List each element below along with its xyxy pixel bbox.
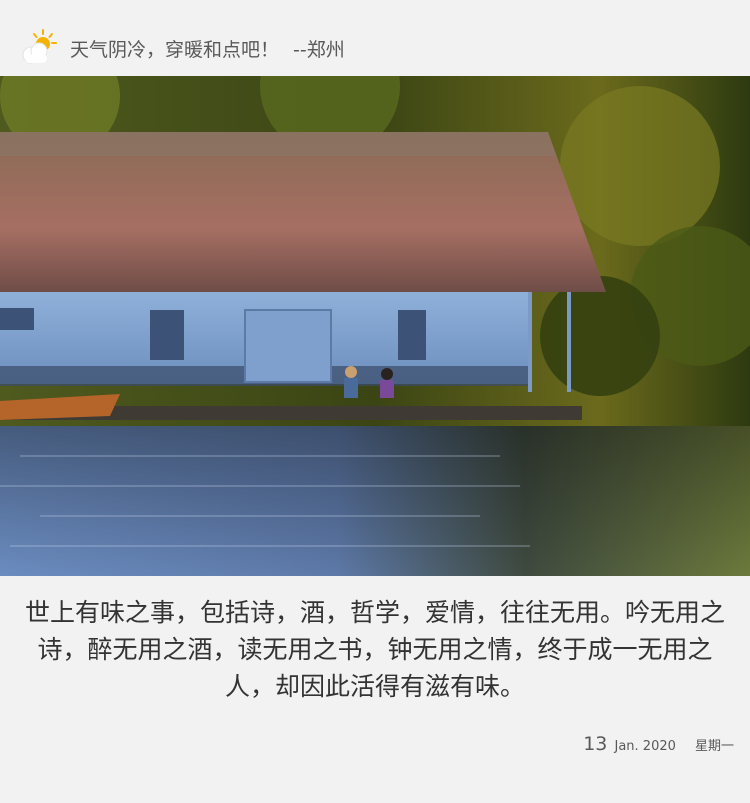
date-line: 13 Jan. 2020 星期一: [583, 733, 734, 755]
date-month-year: Jan. 2020: [614, 739, 676, 754]
cover-photo: [0, 76, 750, 576]
weather-message: 天气阴冷，穿暖和点吧！ --郑州: [70, 36, 345, 64]
partly-cloudy-icon: [18, 28, 60, 66]
date-day: 13: [583, 733, 608, 755]
date-weekday: 星期一: [694, 739, 734, 754]
weather-header: 天气阴冷，穿暖和点吧！ --郑州: [0, 0, 750, 76]
quote-text: 世上有味之事，包括诗，酒，哲学，爱情，往往无用。吟无用之诗，醉无用之酒，读无用之…: [24, 598, 725, 701]
city-name: --郑州: [293, 39, 345, 61]
weather-tip: 天气阴冷，穿暖和点吧！: [70, 39, 280, 61]
